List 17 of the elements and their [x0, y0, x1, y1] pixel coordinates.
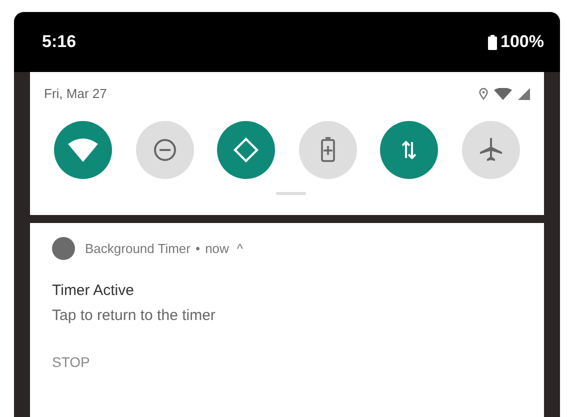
date-label: Fri, Mar 27	[44, 86, 107, 101]
drag-handle[interactable]	[276, 192, 306, 195]
notification-time: now	[205, 241, 229, 256]
battery-icon	[488, 34, 497, 50]
notification-card[interactable]: Background Timer • now ^ Timer Active Tap to return to the timer STOP	[30, 223, 544, 417]
notification-text: Tap to return to the timer	[52, 307, 216, 324]
battery-percent: 100%	[500, 32, 544, 52]
wifi-icon	[494, 88, 512, 100]
app-name: Background Timer	[85, 241, 190, 256]
signal-icon	[518, 88, 530, 100]
separator-dot: •	[196, 241, 200, 256]
app-icon	[52, 237, 75, 260]
notification-title: Timer Active	[52, 282, 135, 299]
expand-caret[interactable]: ^	[236, 241, 244, 256]
status-time: 5:16	[42, 32, 76, 52]
stop-button[interactable]: STOP	[52, 354, 90, 370]
location-icon	[479, 88, 488, 100]
